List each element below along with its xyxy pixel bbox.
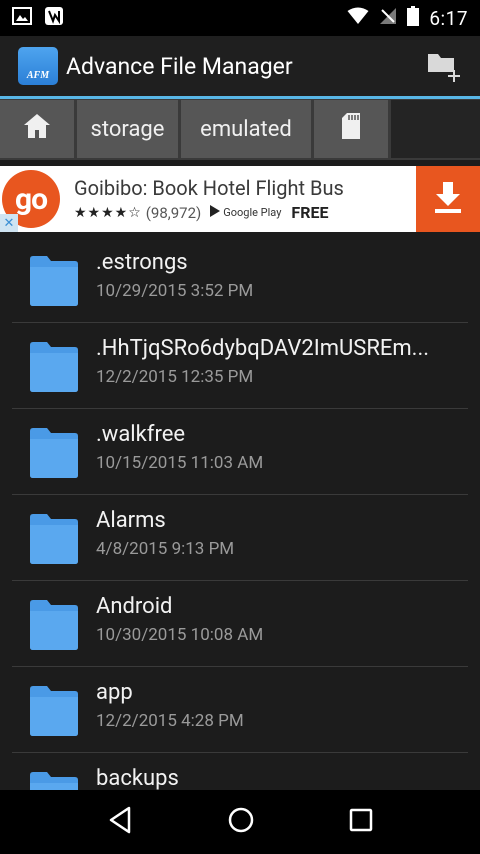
app-bar: AFM Advance File Manager <box>0 36 480 96</box>
app-notification-icon <box>44 6 64 30</box>
file-name: .HhTjqSRo6dybqDAV2ImUSREm... <box>96 336 430 361</box>
breadcrumb-storage[interactable]: storage <box>77 100 178 158</box>
gallery-notification-icon <box>12 7 32 29</box>
app-title: Advance File Manager <box>66 52 293 80</box>
file-date: 10/15/2015 11:03 AM <box>96 453 264 473</box>
breadcrumb-home[interactable] <box>0 100 74 158</box>
new-folder-icon[interactable] <box>426 50 462 82</box>
ad-banner[interactable]: go Goibibo: Book Hotel Flight Bus ★★★★☆ … <box>0 166 480 232</box>
sd-card-icon <box>341 112 361 146</box>
folder-icon <box>27 339 81 395</box>
file-row[interactable]: .walkfree 10/15/2015 11:03 AM <box>0 408 480 494</box>
ad-price: FREE <box>291 203 329 222</box>
battery-icon <box>407 6 420 30</box>
file-row[interactable]: backups <box>0 752 480 790</box>
folder-icon <box>27 253 81 309</box>
ad-meta: ★★★★☆ (98,972) Google Play FREE <box>74 203 344 222</box>
breadcrumb-emulated[interactable]: emulated <box>181 100 311 158</box>
status-time: 6:17 <box>429 6 468 30</box>
file-row[interactable]: .estrongs 10/29/2015 3:52 PM <box>0 236 480 322</box>
navigation-bar <box>0 790 480 854</box>
folder-icon <box>27 425 81 481</box>
breadcrumb-filler <box>391 100 480 158</box>
folder-icon <box>27 683 81 739</box>
breadcrumb: storage emulated <box>0 99 480 160</box>
file-name: app <box>96 680 133 705</box>
status-bar: 6:17 <box>0 0 480 36</box>
ad-close-button[interactable]: ✕ <box>0 214 18 232</box>
folder-icon <box>27 769 81 790</box>
file-name: Alarms <box>96 508 166 533</box>
file-date: 12/2/2015 4:28 PM <box>96 711 244 731</box>
file-date: 12/2/2015 12:35 PM <box>96 367 254 387</box>
file-name: .estrongs <box>96 250 188 275</box>
ad-store-label: Google Play <box>223 206 282 219</box>
recents-icon[interactable] <box>349 808 373 836</box>
file-name: backups <box>96 766 179 790</box>
ad-rating-count: (98,972) <box>145 203 202 222</box>
folder-icon <box>27 597 81 653</box>
home-icon <box>23 113 51 145</box>
ad-text: Goibibo: Book Hotel Flight Bus ★★★★☆ (98… <box>74 176 344 222</box>
back-icon[interactable] <box>107 806 133 838</box>
file-date: 10/30/2015 10:08 AM <box>96 625 264 645</box>
file-date: 4/8/2015 9:13 PM <box>96 539 235 559</box>
wifi-icon <box>347 7 369 29</box>
file-row[interactable]: Alarms 4/8/2015 9:13 PM <box>0 494 480 580</box>
app-root: 6:17 AFM Advance File Manager storage em… <box>0 0 480 854</box>
ad-title: Goibibo: Book Hotel Flight Bus <box>74 176 344 200</box>
ad-rating-stars: ★★★★☆ <box>74 204 142 221</box>
breadcrumb-sd-card[interactable] <box>314 100 388 158</box>
play-store-icon <box>209 204 221 221</box>
download-icon <box>433 180 463 218</box>
home-nav-icon[interactable] <box>227 806 255 838</box>
ad-store: Google Play <box>209 204 281 221</box>
file-row[interactable]: app 12/2/2015 4:28 PM <box>0 666 480 752</box>
app-logo-text: AFM <box>26 70 50 81</box>
ad-download-button[interactable] <box>416 166 480 232</box>
file-date: 10/29/2015 3:52 PM <box>96 281 254 301</box>
no-signal-icon <box>379 7 397 29</box>
app-logo: AFM <box>18 47 58 85</box>
file-name: Android <box>96 594 173 619</box>
file-list[interactable]: .estrongs 10/29/2015 3:52 PM .HhTjqSRo6d… <box>0 236 480 790</box>
file-row[interactable]: .HhTjqSRo6dybqDAV2ImUSREm... 12/2/2015 1… <box>0 322 480 408</box>
file-row[interactable]: Android 10/30/2015 10:08 AM <box>0 580 480 666</box>
ad-logo-text: go <box>14 181 48 217</box>
file-name: .walkfree <box>96 422 186 447</box>
folder-icon <box>27 511 81 567</box>
